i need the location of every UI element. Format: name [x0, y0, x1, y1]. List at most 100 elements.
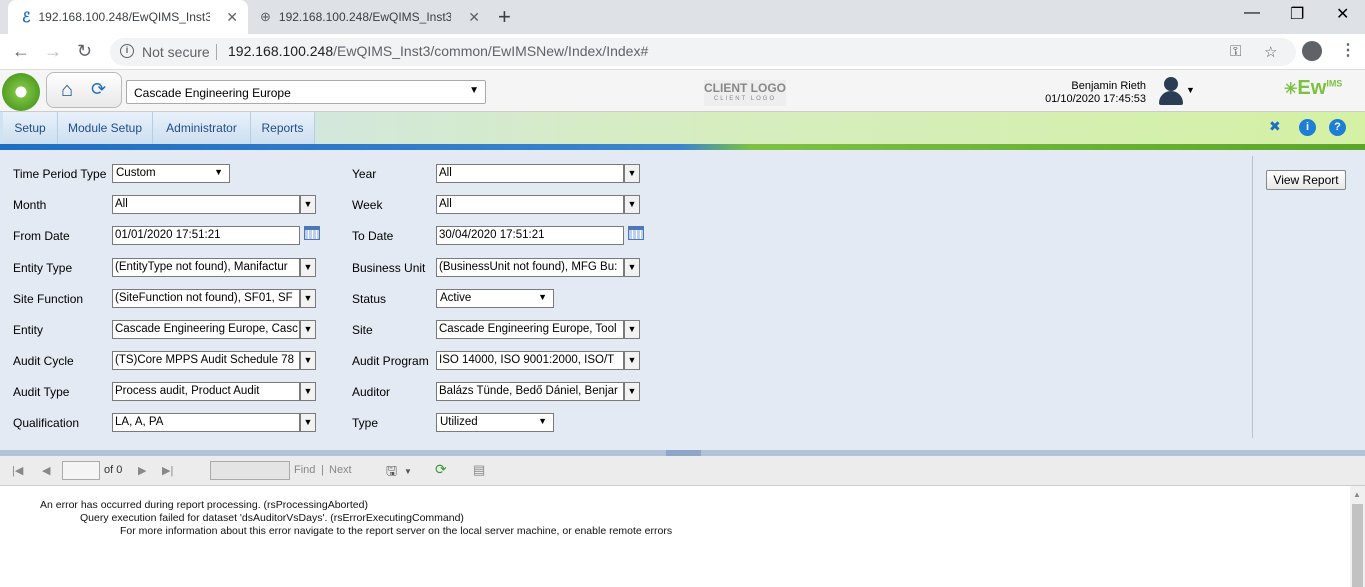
audit-cycle-label: Audit Cycle [13, 354, 74, 368]
year-dropdown-button[interactable]: ▼ [624, 164, 640, 183]
audit-cycle-field[interactable]: (TS)Core MPPS Audit Schedule 78 [112, 351, 300, 370]
status-select[interactable]: Active ▼ [436, 289, 554, 308]
menu-setup[interactable]: Setup [3, 112, 58, 144]
close-window-icon[interactable]: ✕ [1336, 4, 1349, 24]
year-label: Year [352, 167, 377, 181]
scrollbar-thumb[interactable] [1352, 504, 1363, 587]
week-field[interactable]: All [436, 195, 624, 214]
report-scrollbar[interactable]: ▲ [1350, 486, 1365, 587]
scroll-up-icon[interactable]: ▲ [1353, 490, 1361, 499]
close-tab-icon[interactable]: ✕ [468, 9, 480, 26]
last-page-icon[interactable]: ▶| [162, 464, 173, 477]
from-date-input[interactable]: 01/01/2020 17:51:21 [112, 226, 300, 245]
qualification-field[interactable]: LA, A, PA [112, 413, 300, 432]
site-function-dropdown-button[interactable]: ▼ [300, 289, 316, 308]
menu-module-setup[interactable]: Module Setup [58, 112, 153, 144]
auditor-field[interactable]: Balázs Tünde, Bedő Dániel, Benjar [436, 382, 624, 401]
qualification-dropdown-button[interactable]: ▼ [300, 413, 316, 432]
export-chevron-icon[interactable]: ▼ [404, 467, 412, 476]
calendar-icon[interactable] [304, 226, 320, 240]
info-circle-icon[interactable]: i [1299, 119, 1316, 136]
page-number-input[interactable] [62, 461, 100, 480]
user-datetime: 01/10/2020 17:45:53 [1045, 93, 1146, 105]
panel-divider [1252, 156, 1253, 438]
month-dropdown-button[interactable]: ▼ [300, 195, 316, 214]
next-page-icon[interactable]: ▶ [138, 464, 146, 477]
previous-page-icon[interactable]: ◀ [42, 464, 50, 477]
audit-program-dropdown-button[interactable]: ▼ [624, 351, 640, 370]
tab-title: 192.168.100.248/EwQIMS_Inst3/c [38, 10, 211, 24]
back-icon[interactable]: ← [12, 41, 30, 62]
to-date-input[interactable]: 30/04/2020 17:51:21 [436, 226, 624, 245]
site-function-label: Site Function [13, 292, 84, 306]
user-avatar-icon[interactable] [1156, 75, 1186, 107]
audit-type-field[interactable]: Process audit, Product Audit [112, 382, 300, 401]
audit-type-label: Audit Type [13, 385, 70, 399]
report-parameters-panel: Time Period Type Custom ▼ Year All ▼ Mont… [0, 150, 1365, 450]
site-field[interactable]: Cascade Engineering Europe, Tool [436, 320, 624, 339]
calendar-icon[interactable] [628, 226, 644, 240]
home-icon[interactable]: ⌂ [61, 79, 73, 102]
reload-icon[interactable]: ↻ [77, 41, 92, 62]
user-menu-chevron-icon[interactable]: ▼ [1186, 85, 1195, 95]
more-menu-icon[interactable]: ⋮ [1340, 40, 1356, 60]
site-function-field[interactable]: (SiteFunction not found), SF01, SF [112, 289, 300, 308]
browser-tab-active[interactable]: ℰ 192.168.100.248/EwQIMS_Inst3/c ✕ [8, 0, 248, 34]
divider [216, 44, 217, 60]
new-tab-button[interactable]: + [498, 4, 511, 30]
star-icon[interactable]: ☆ [1264, 43, 1277, 61]
time-period-type-select[interactable]: Custom ▼ [112, 164, 230, 183]
print-layout-icon[interactable]: ▤ [473, 462, 485, 478]
profile-avatar-icon[interactable] [1302, 41, 1322, 61]
entity-type-field[interactable]: (EntityType not found), Manifactur [112, 258, 300, 277]
find-link[interactable]: Find [294, 464, 315, 476]
close-tab-icon[interactable]: ✕ [226, 9, 238, 26]
time-period-type-value: Custom [116, 167, 156, 179]
week-dropdown-button[interactable]: ▼ [624, 195, 640, 214]
url-path: /EwQIMS_Inst3/common/EwIMSNew/Index/Inde… [333, 43, 649, 59]
key-icon[interactable]: ⚿ [1230, 43, 1241, 60]
menu-administrator[interactable]: Administrator [153, 112, 251, 144]
app-logo-icon[interactable] [2, 73, 40, 111]
audit-type-dropdown-button[interactable]: ▼ [300, 382, 316, 401]
entity-field[interactable]: Cascade Engineering Europe, Casc [112, 320, 300, 339]
error-message-line-2: Query execution failed for dataset 'dsAu… [80, 512, 464, 524]
pin-icon[interactable]: ✖ [1269, 118, 1281, 135]
entity-dropdown-button[interactable]: ▼ [300, 320, 316, 339]
type-select[interactable]: Utilized ▼ [436, 413, 554, 432]
find-input[interactable] [210, 461, 290, 480]
view-report-button[interactable]: View Report [1266, 170, 1346, 190]
audit-cycle-dropdown-button[interactable]: ▼ [300, 351, 316, 370]
export-icon[interactable]: 🖫 [386, 462, 397, 484]
business-unit-dropdown-button[interactable]: ▼ [624, 258, 640, 277]
audit-program-field[interactable]: ISO 14000, ISO 9001:2000, ISO/T [436, 351, 624, 370]
not-secure-label: Not secure [142, 44, 210, 60]
browser-tab-strip: ℰ 192.168.100.248/EwQIMS_Inst3/c ✕ ⊕ 192… [0, 0, 1365, 34]
main-menu-bar: Setup Module Setup Administrator Reports… [0, 112, 1365, 144]
from-date-label: From Date [13, 229, 70, 243]
page-count: of 0 [104, 464, 123, 476]
url-input[interactable]: i Not secure 192.168.100.248/EwQIMS_Inst… [110, 38, 1296, 66]
status-value: Active [440, 292, 472, 304]
minimize-icon[interactable]: — [1244, 4, 1260, 22]
menu-reports[interactable]: Reports [251, 112, 315, 144]
next-link[interactable]: Next [329, 464, 352, 476]
qualification-label: Qualification [13, 416, 80, 430]
entity-selector[interactable]: Cascade Engineering Europe ▼ [126, 80, 486, 104]
auditor-dropdown-button[interactable]: ▼ [624, 382, 640, 401]
type-label: Type [352, 416, 379, 430]
first-page-icon[interactable]: |◀ [12, 464, 23, 477]
entity-type-dropdown-button[interactable]: ▼ [300, 258, 316, 277]
year-field[interactable]: All [436, 164, 624, 183]
help-icon[interactable]: ? [1329, 119, 1346, 136]
forward-icon[interactable]: → [44, 41, 62, 62]
refresh-report-icon[interactable]: ⟳ [435, 461, 447, 478]
restore-icon[interactable]: ❐ [1290, 4, 1304, 24]
month-field[interactable]: All [112, 195, 300, 214]
business-unit-field[interactable]: (BusinessUnit not found), MFG Bu: [436, 258, 624, 277]
info-icon[interactable]: i [120, 44, 134, 58]
address-bar-row: ← → ↻ i Not secure 192.168.100.248/EwQIM… [0, 34, 1365, 70]
refresh-icon[interactable]: ⟳ [91, 79, 106, 100]
browser-tab-inactive[interactable]: ⊕ 192.168.100.248/EwQIMS_Inst3// ✕ [250, 0, 490, 34]
site-dropdown-button[interactable]: ▼ [624, 320, 640, 339]
